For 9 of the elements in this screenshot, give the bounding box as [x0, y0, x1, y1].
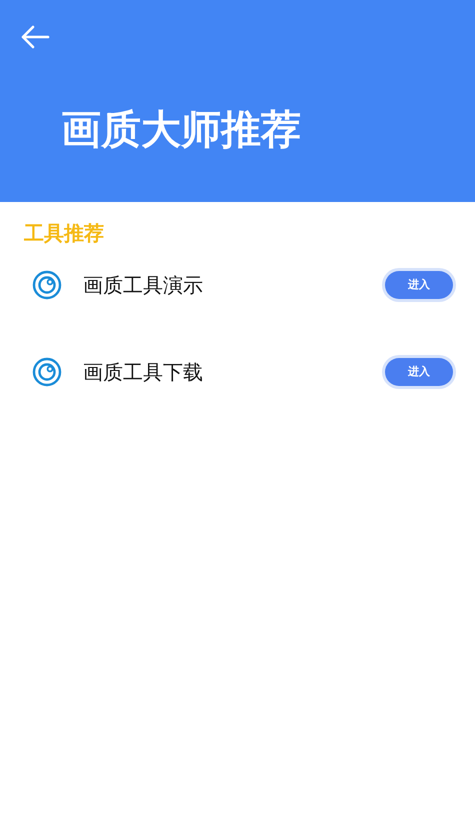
enter-button[interactable]: 进入 [385, 358, 453, 386]
back-icon[interactable] [20, 24, 50, 50]
enter-button[interactable]: 进入 [385, 271, 453, 299]
target-icon [32, 270, 62, 300]
target-icon [32, 357, 62, 387]
tool-label: 画质工具下载 [83, 359, 203, 385]
tool-label: 画质工具演示 [83, 272, 203, 298]
section-title: 工具推荐 [24, 220, 104, 246]
page-title: 画质大师推荐 [61, 106, 301, 154]
